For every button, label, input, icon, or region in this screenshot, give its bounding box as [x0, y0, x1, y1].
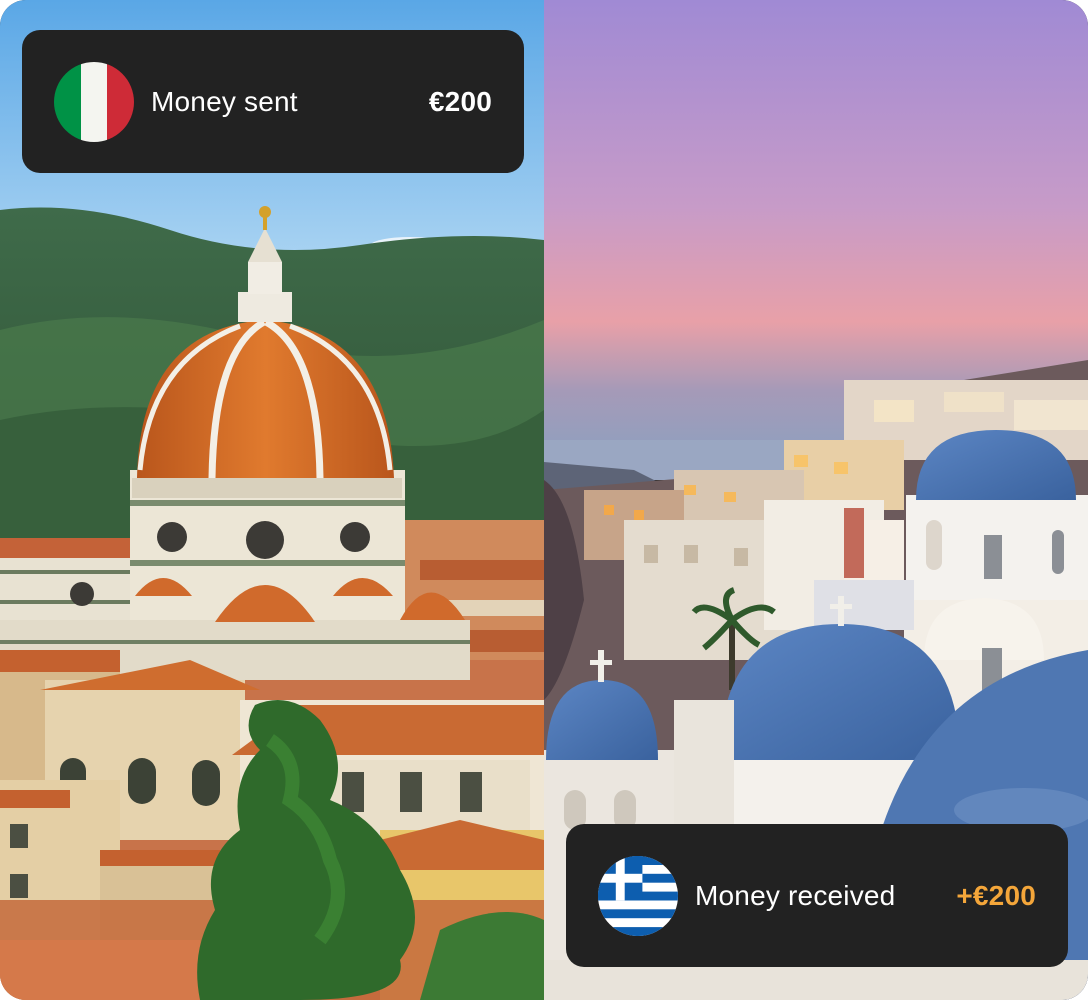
transfer-illustration: Money sent €200 Money received +€200 [0, 0, 1088, 1000]
money-sent-card: Money sent €200 [22, 30, 524, 173]
italy-flag-icon [54, 61, 134, 142]
money-received-amount: +€200 [956, 879, 1036, 911]
money-sent-label: Money sent [151, 85, 298, 117]
greece-flag-icon [598, 855, 678, 936]
money-received-label: Money received [695, 879, 896, 911]
money-sent-amount: €200 [428, 85, 492, 117]
money-received-card: Money received +€200 [566, 824, 1068, 967]
